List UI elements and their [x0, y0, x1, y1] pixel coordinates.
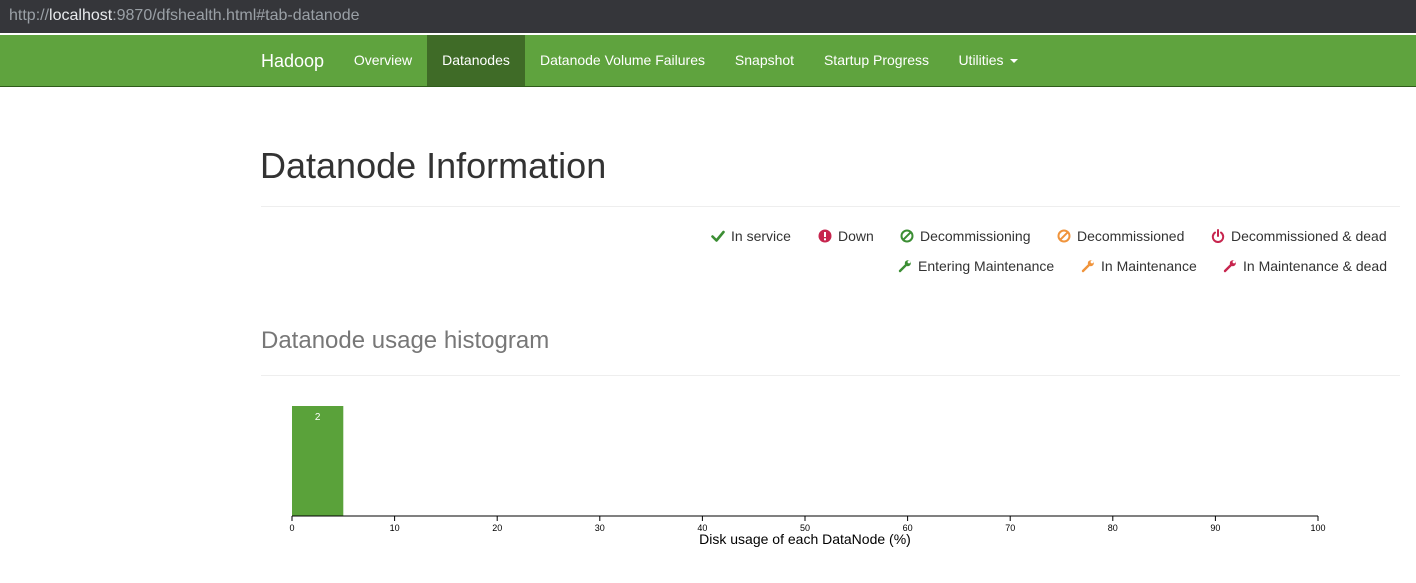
- x-tick-label: 10: [390, 523, 400, 533]
- nav-snapshot[interactable]: Snapshot: [720, 35, 809, 86]
- legend-label: Decommissioning: [920, 228, 1031, 244]
- nav-startup-progress[interactable]: Startup Progress: [809, 35, 944, 86]
- check-icon: [711, 230, 725, 242]
- legend-down: Down: [818, 226, 874, 246]
- section-divider: [261, 375, 1400, 376]
- x-tick-label: 20: [492, 523, 502, 533]
- legend-decommissioned-dead: Decommissioned & dead: [1211, 226, 1387, 246]
- legend-label: In service: [731, 228, 791, 244]
- histogram-section-title: Datanode usage histogram: [261, 327, 550, 354]
- wrench-icon: [898, 260, 911, 273]
- legend-label: Decommissioned & dead: [1231, 228, 1387, 244]
- exclamation-circle-icon: [818, 229, 832, 243]
- x-tick-label: 100: [1310, 523, 1325, 533]
- datanode-usage-histogram: 20 10 20 30 40 50 60 70 80 90 100Disk usage of eac…: [289, 406, 1326, 547]
- wrench-icon: [1223, 260, 1236, 273]
- wrench-icon: [1081, 260, 1094, 273]
- url-path: :9870/dfshealth.html#tab-datanode: [112, 7, 360, 24]
- legend-entering-maintenance: Entering Maintenance: [898, 256, 1054, 276]
- ban-icon: [900, 229, 914, 243]
- nav-utilities-label: Utilities: [958, 52, 1004, 68]
- ban-icon: [1057, 229, 1071, 243]
- nav-datanode-volume-failures[interactable]: Datanode Volume Failures: [525, 35, 720, 86]
- url-host: localhost: [49, 7, 113, 24]
- legend-in-maintenance: In Maintenance: [1081, 256, 1197, 276]
- x-axis-label: Disk usage of each DataNode (%): [699, 531, 911, 547]
- power-off-icon: [1211, 229, 1225, 243]
- page-title: Datanode Information: [260, 145, 607, 186]
- x-tick-label: 0: [289, 523, 294, 533]
- x-tick-label: 30: [595, 523, 605, 533]
- legend-decommissioning: Decommissioning: [900, 226, 1030, 246]
- top-navbar: Hadoop Overview Datanodes Datanode Volum…: [0, 35, 1416, 87]
- nav-overview[interactable]: Overview: [339, 35, 427, 86]
- brand-link[interactable]: Hadoop: [261, 51, 324, 72]
- x-tick-label: 70: [1005, 523, 1015, 533]
- legend-label: Down: [838, 228, 874, 244]
- nav-utilities-dropdown[interactable]: Utilities: [944, 35, 1032, 86]
- url-prefix: http://: [9, 7, 50, 24]
- legend-label: In Maintenance & dead: [1243, 258, 1387, 274]
- url-text[interactable]: http://localhost:9870/dfshealth.html#tab…: [9, 7, 359, 25]
- legend-label: Entering Maintenance: [918, 258, 1055, 274]
- legend-in-maintenance-dead: In Maintenance & dead: [1223, 256, 1387, 276]
- browser-address-bar[interactable]: http://localhost:9870/dfshealth.html#tab…: [0, 0, 1416, 33]
- title-divider: [261, 206, 1400, 207]
- legend-in-service: In service: [711, 226, 791, 246]
- x-tick-label: 80: [1108, 523, 1118, 533]
- bar-count-label: 2: [315, 412, 321, 423]
- caret-down-icon: [1009, 59, 1018, 64]
- x-tick-label: 90: [1210, 523, 1220, 533]
- legend-decommissioned: Decommissioned: [1057, 226, 1184, 246]
- legend-label: Decommissioned: [1077, 228, 1185, 244]
- nav-datanodes[interactable]: Datanodes: [427, 35, 525, 86]
- legend-label: In Maintenance: [1101, 258, 1197, 274]
